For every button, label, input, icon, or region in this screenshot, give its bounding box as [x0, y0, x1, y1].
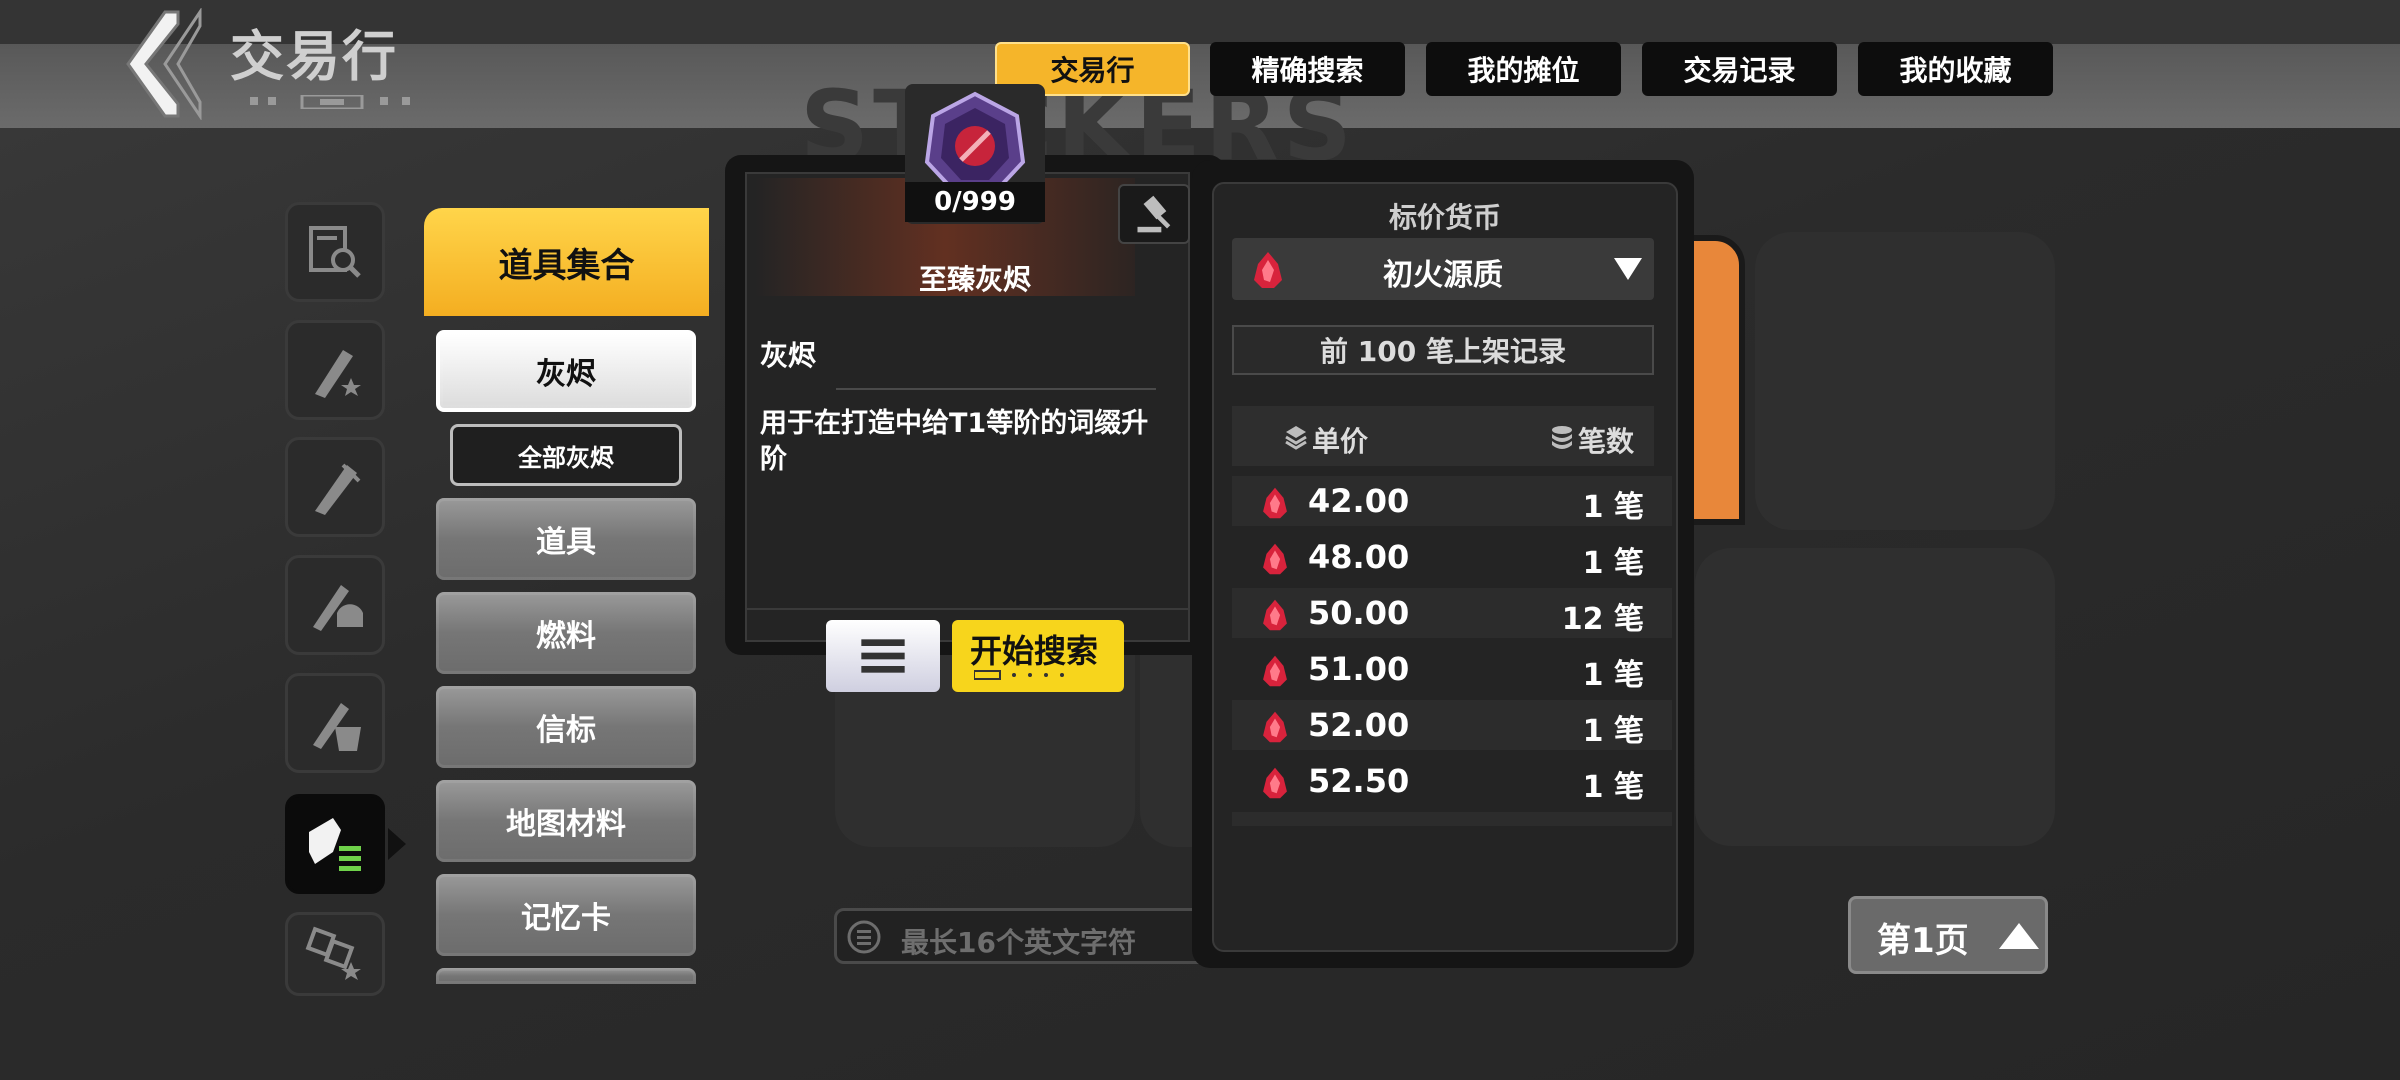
- rail-weapon-helmet-icon[interactable]: [285, 555, 385, 655]
- price-row[interactable]: 52.00 1 笔: [1232, 700, 1672, 750]
- listing-count: 1 笔: [1582, 770, 1644, 805]
- fire-crystal-icon: [1263, 599, 1287, 631]
- recent-listings-button[interactable]: 前 100 笔上架记录: [1232, 325, 1654, 375]
- rail-weapon-star-icon[interactable]: [285, 320, 385, 420]
- rail-item-list-icon[interactable]: [285, 794, 385, 894]
- category-beacon[interactable]: 信标: [436, 686, 696, 768]
- title-decoration: [250, 95, 410, 109]
- listing-count: 1 笔: [1582, 658, 1644, 693]
- weapon-armor-icon: [313, 703, 361, 751]
- listing-count: 12 笔: [1561, 602, 1644, 637]
- divider: [745, 608, 1190, 610]
- fire-crystal-icon: [1263, 655, 1287, 687]
- category-more[interactable]: [436, 968, 696, 984]
- tab-trade-records[interactable]: 交易记录: [1642, 42, 1837, 96]
- fire-crystal-icon: [1263, 543, 1287, 575]
- rail-active-arrow-icon: [388, 828, 406, 860]
- item-category: 灰烬: [760, 339, 817, 372]
- currency-name: 初火源质: [1383, 258, 1503, 293]
- weapon-icon: [315, 463, 361, 515]
- tab-my-stall[interactable]: 我的摊位: [1426, 42, 1621, 96]
- unit-price: 48.00: [1308, 538, 1410, 576]
- currency-dropdown[interactable]: 初火源质: [1232, 238, 1654, 300]
- stack-icon: [1285, 426, 1307, 450]
- price-list-header: 单价 笔数: [1232, 406, 1654, 466]
- currency-label: 标价货币: [1388, 201, 1501, 234]
- fire-crystal-icon: [1263, 767, 1287, 799]
- weapon-helmet-icon: [313, 585, 363, 631]
- divider: [836, 388, 1156, 390]
- page-label: 第1页: [1877, 921, 1969, 961]
- back-button[interactable]: [120, 7, 210, 121]
- page-selector-button[interactable]: 第1页: [1848, 896, 2048, 974]
- rail-map-star-icon[interactable]: [285, 912, 385, 996]
- chevron-left-icon: [126, 7, 202, 121]
- filter-menu-button[interactable]: [826, 620, 940, 692]
- unit-price: 52.50: [1308, 762, 1410, 800]
- item-name: 至臻灰烬: [918, 263, 1031, 296]
- column-unit-price: 单价: [1312, 425, 1369, 458]
- page-title: 交易行: [230, 25, 398, 88]
- rail-weapon-icon[interactable]: [285, 437, 385, 537]
- unit-price: 52.00: [1308, 706, 1410, 744]
- price-row[interactable]: 52.50 1 笔: [1232, 756, 1672, 806]
- listing-count: 1 笔: [1582, 546, 1644, 581]
- fire-crystal-icon: [1263, 711, 1287, 743]
- unit-price: 51.00: [1308, 650, 1410, 688]
- map-star-icon: [305, 926, 361, 980]
- category-memory-card[interactable]: 记忆卡: [436, 874, 696, 956]
- category-ash[interactable]: 灰烬: [436, 330, 696, 412]
- search-list-icon: [309, 226, 361, 278]
- category-items[interactable]: 道具: [436, 498, 696, 580]
- search-input-placeholder: 最长16个英文字符: [901, 926, 1136, 959]
- coins-icon: [1552, 426, 1572, 449]
- category-fuel[interactable]: 燃料: [436, 592, 696, 674]
- gavel-icon: [1137, 195, 1171, 233]
- background-card: [1695, 548, 2055, 846]
- weapon-star-icon: [315, 350, 361, 398]
- column-count: 笔数: [1578, 425, 1635, 458]
- subcategory-all-ash[interactable]: 全部灰烬: [450, 424, 682, 486]
- price-row[interactable]: 42.00 1 笔: [1232, 476, 1672, 526]
- item-name-search-input[interactable]: 最长16个英文字符: [834, 908, 1214, 964]
- unit-price: 50.00: [1308, 594, 1410, 632]
- item-description: 用于在打造中给T1等阶的词缀升阶: [760, 408, 1149, 475]
- listing-count: 1 笔: [1582, 714, 1644, 749]
- rail-weapon-armor-icon[interactable]: [285, 673, 385, 773]
- item-list-icon: [309, 818, 361, 871]
- caret-down-icon: [1614, 258, 1642, 280]
- unit-price: 42.00: [1308, 482, 1410, 520]
- list-icon: [847, 920, 881, 954]
- item-count: 0/999: [905, 182, 1045, 222]
- auction-button[interactable]: [1118, 184, 1190, 244]
- price-row[interactable]: 51.00 1 笔: [1232, 644, 1672, 694]
- tab-my-favorites[interactable]: 我的收藏: [1858, 42, 2053, 96]
- category-header[interactable]: 道具集合: [424, 208, 709, 316]
- category-map-material[interactable]: 地图材料: [436, 780, 696, 862]
- fire-crystal-icon: [1263, 487, 1287, 519]
- tab-precise-search[interactable]: 精确搜索: [1210, 42, 1405, 96]
- start-search-button[interactable]: 开始搜索: [952, 620, 1124, 692]
- background-card: [1755, 232, 2055, 530]
- listing-count: 1 笔: [1582, 490, 1644, 525]
- price-row[interactable]: 48.00 1 笔: [1232, 532, 1672, 582]
- price-row[interactable]: 50.00 12 笔: [1232, 588, 1672, 638]
- caret-up-icon: [1999, 923, 2039, 949]
- button-decoration: [974, 670, 1064, 680]
- start-search-label: 开始搜索: [970, 632, 1099, 670]
- rail-search-list-icon[interactable]: [285, 202, 385, 302]
- menu-icon: [861, 639, 905, 673]
- price-row-partial[interactable]: [1232, 812, 1672, 826]
